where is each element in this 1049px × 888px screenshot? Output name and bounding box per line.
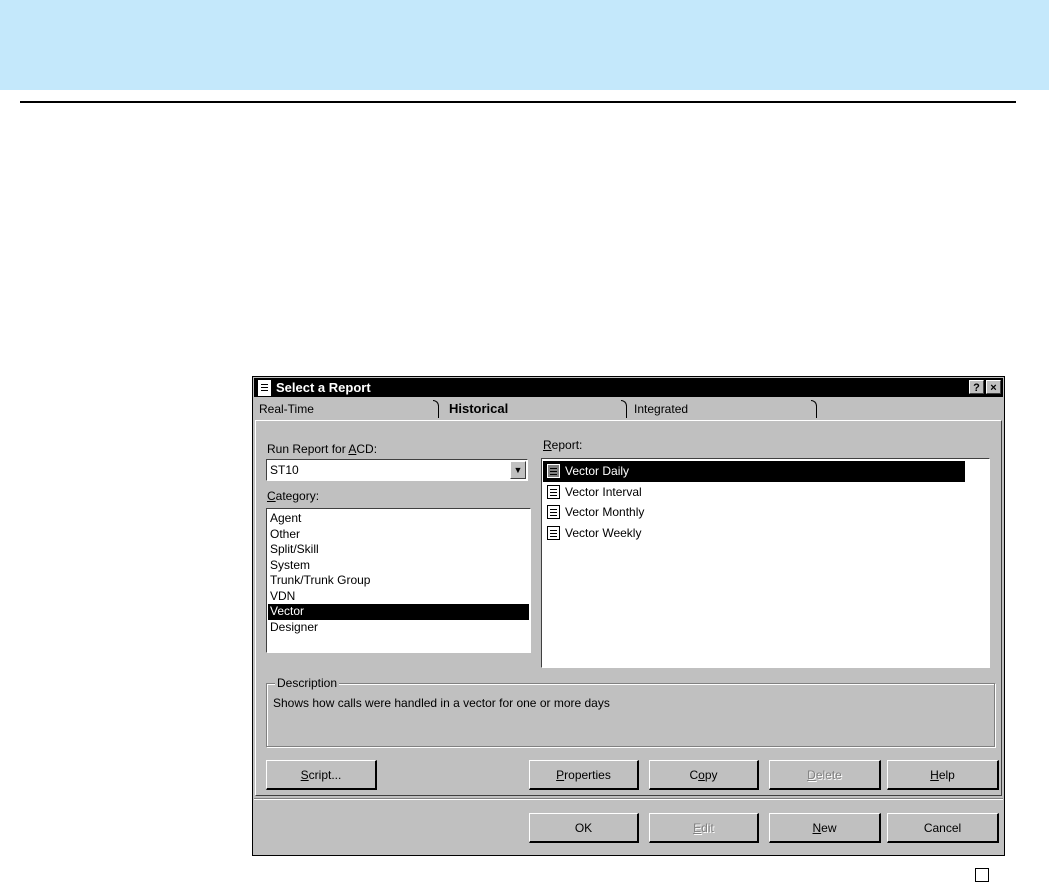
select-report-dialog: Select a Report ? × Real-Time Historical… [252, 376, 1005, 856]
report-icon [258, 380, 271, 396]
dialog-divider [254, 798, 1003, 800]
report-icon [547, 505, 560, 519]
acd-combobox[interactable]: ST10 ▼ [266, 459, 528, 481]
script-button[interactable]: Script... [266, 760, 377, 790]
tab-row: Real-Time Historical Integrated [253, 398, 1004, 420]
help-title-button[interactable]: ? [969, 380, 984, 394]
report-list[interactable]: Vector Daily Vector Interval Vector Mont… [541, 458, 990, 668]
report-item-vector-weekly[interactable]: Vector Weekly [543, 523, 988, 544]
report-icon [547, 525, 560, 540]
delete-button[interactable]: Delete [769, 760, 881, 790]
close-icon[interactable]: × [986, 380, 1001, 394]
category-label: Category: [267, 489, 320, 503]
acd-value: ST10 [270, 463, 299, 477]
tab-historical[interactable]: Historical [443, 398, 623, 420]
category-list[interactable]: Agent Other Split/Skill System Trunk/Tru… [266, 508, 531, 653]
help-button[interactable]: Help [887, 760, 999, 790]
acd-label: Run Report for ACD: [267, 442, 378, 456]
ok-button[interactable]: OK [529, 813, 639, 843]
header-rule [20, 101, 1016, 103]
category-item-agent[interactable]: Agent [268, 511, 529, 527]
report-icon [547, 464, 560, 478]
category-item-vector[interactable]: Vector [268, 604, 529, 620]
tab-real-time[interactable]: Real-Time [253, 398, 438, 420]
properties-button[interactable]: Properties [529, 760, 639, 790]
tab-separator [811, 400, 817, 418]
dialog-titlebar[interactable]: Select a Report ? × [254, 378, 1003, 397]
category-item-other[interactable]: Other [268, 527, 529, 543]
category-item-split-skill[interactable]: Split/Skill [268, 542, 529, 558]
chevron-down-icon[interactable]: ▼ [510, 461, 526, 479]
copy-button[interactable]: Copy [649, 760, 759, 790]
category-item-vdn[interactable]: VDN [268, 589, 529, 605]
description-text: Shows how calls were handled in a vector… [273, 696, 610, 710]
report-item-vector-interval[interactable]: Vector Interval [543, 482, 988, 503]
report-icon [547, 484, 560, 499]
report-label: Report: [543, 438, 583, 452]
dialog-title: Select a Report [276, 380, 371, 395]
new-button[interactable]: New [769, 813, 881, 843]
category-item-system[interactable]: System [268, 558, 529, 574]
category-item-designer[interactable]: Designer [268, 620, 529, 636]
tab-separator [621, 400, 627, 418]
header-banner [0, 0, 1049, 90]
tab-separator [433, 400, 439, 418]
tab-integrated[interactable]: Integrated [628, 398, 818, 420]
edit-button[interactable]: Edit [649, 813, 759, 843]
description-group: Description Shows how calls were handled… [266, 676, 995, 747]
description-legend: Description [275, 676, 340, 690]
report-item-vector-monthly[interactable]: Vector Monthly [543, 502, 988, 523]
cancel-button[interactable]: Cancel [887, 813, 999, 843]
category-item-trunk-group[interactable]: Trunk/Trunk Group [268, 573, 529, 589]
report-item-vector-daily[interactable]: Vector Daily [543, 461, 965, 482]
checkbox-square [975, 868, 989, 882]
